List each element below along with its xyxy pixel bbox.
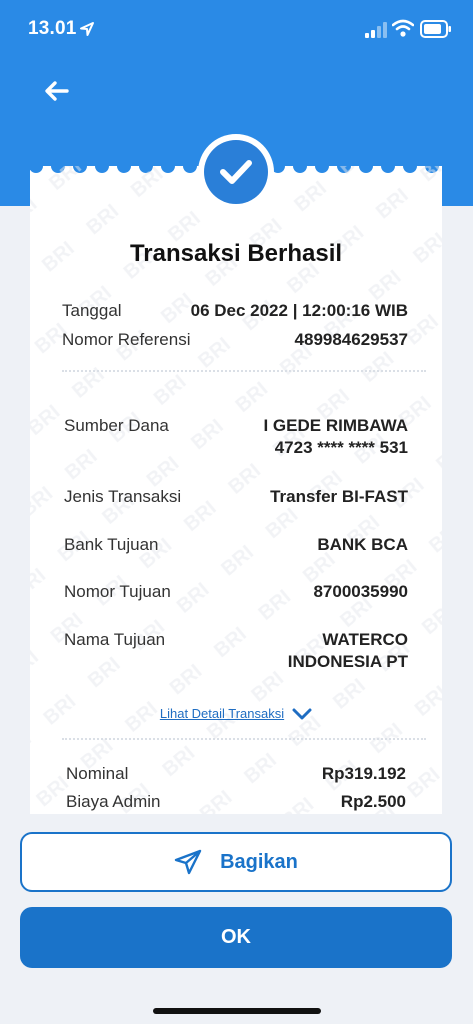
value-tanggal: 06 Dec 2022 | 12:00:16 WIB (190, 301, 408, 320)
label-sumber-dana: Sumber Dana (64, 416, 169, 435)
value-sumber-dana: I GEDE RIMBAWA 4723 **** **** 531 (263, 415, 408, 459)
label-nomor-tujuan: Nomor Tujuan (64, 582, 171, 601)
value-nomor-referensi: 489984629537 (294, 330, 408, 349)
ok-button-label: OK (221, 926, 251, 948)
value-bank-tujuan: BANK BCA (317, 535, 408, 554)
value-nama-tujuan-line2: INDONESIA PT (287, 652, 408, 671)
value-nominal: Rp319.192 (321, 764, 406, 783)
detail-link-label: Lihat Detail Transaksi (159, 706, 285, 721)
paper-plane-icon (174, 849, 202, 875)
detail-transaksi-link[interactable]: Lihat Detail Transaksi (30, 706, 442, 721)
label-jenis-transaksi: Jenis Transaksi (64, 487, 182, 506)
check-circle-icon (220, 160, 252, 184)
arrow-left-icon (45, 81, 69, 101)
status-bar: 13.01 (0, 0, 473, 60)
cellular-signal-icon (365, 22, 387, 38)
value-jenis-transaksi: Transfer BI-FAST (270, 487, 408, 506)
value-biaya-admin: Rp2.500 (340, 792, 406, 811)
wifi-icon (392, 19, 414, 37)
label-nama-tujuan: Nama Tujuan (64, 630, 166, 649)
value-nama-tujuan-line1: WATERCO (322, 630, 408, 649)
status-time: 13.01 (28, 18, 77, 39)
chevron-down-icon (292, 708, 312, 719)
value-sumber-dana-account: 4723 **** **** 531 (274, 438, 408, 457)
battery-icon (420, 20, 451, 38)
label-biaya-admin: Biaya Admin (66, 792, 161, 811)
page-title: Transaksi Berhasil (129, 240, 343, 267)
value-nomor-tujuan: 8700035990 (313, 582, 408, 601)
label-bank-tujuan: Bank Tujuan (64, 535, 159, 554)
ok-button[interactable]: OK (20, 907, 452, 968)
success-badge (198, 134, 274, 210)
share-button-label: Bagikan (220, 850, 298, 873)
location-arrow-icon (80, 22, 94, 36)
share-button[interactable]: Bagikan (20, 832, 452, 892)
label-tanggal: Tanggal (62, 301, 122, 320)
divider (62, 738, 426, 740)
divider (62, 370, 426, 372)
value-nama-tujuan: WATERCO INDONESIA PT (288, 629, 408, 673)
home-indicator (153, 1008, 321, 1014)
back-button[interactable] (38, 72, 76, 110)
label-nominal: Nominal (66, 764, 129, 783)
value-sumber-dana-name: I GEDE RIMBAWA (263, 416, 408, 435)
label-nomor-referensi: Nomor Referensi (62, 330, 191, 349)
